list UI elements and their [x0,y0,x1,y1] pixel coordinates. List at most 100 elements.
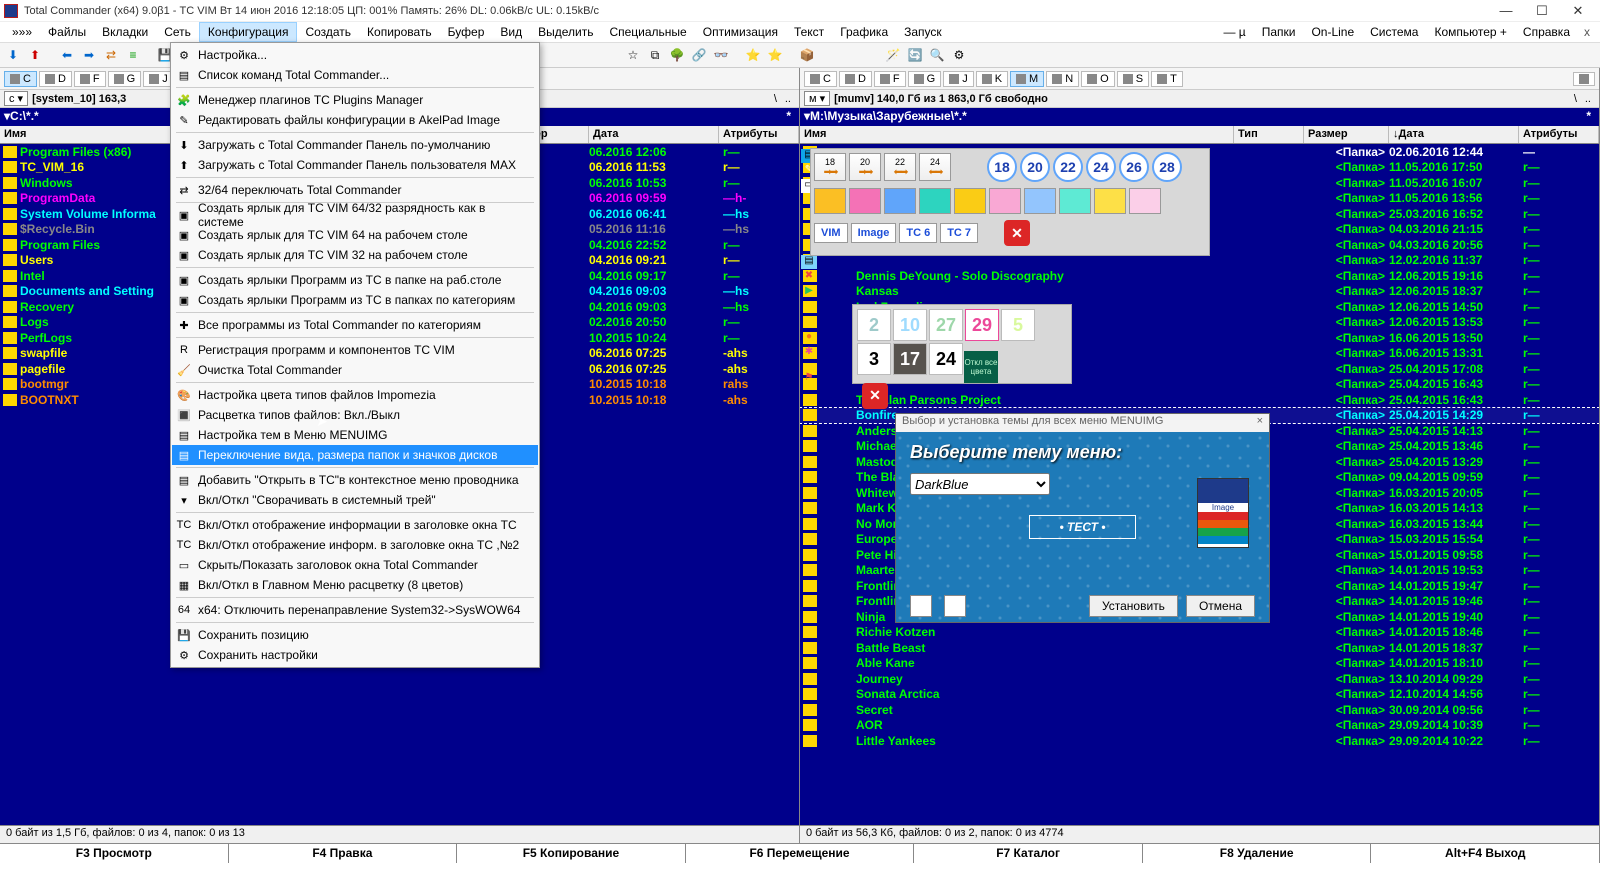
drive-d-r[interactable]: D [839,71,872,87]
tb-up-icon[interactable]: ⬆ [26,46,44,64]
list-row[interactable]: Battle Beast <Папка> 14.01.2015 18:37 r— [800,640,1599,656]
dropdown-item[interactable]: ▣Создать ярлык для TC VIM 64 на рабочем … [172,225,538,245]
drive-o-r[interactable]: O [1081,71,1115,87]
dropdown-item[interactable]: ✎Редактировать файлы конфигурации в Akel… [172,110,538,130]
menu-help[interactable]: Справка [1515,23,1578,41]
menu-view[interactable]: Вид [492,23,530,41]
menu-launch[interactable]: Запуск [896,23,950,41]
dropdown-item[interactable]: 🧩Менеджер плагинов TC Plugins Manager [172,90,538,110]
disable-colors-button[interactable]: Откл все цвета [964,351,998,383]
f7-button[interactable]: F7 Каталог [914,844,1143,863]
dropdown-item[interactable]: ▾Вкл/Откл "Сворачивать в системный трей" [172,490,538,510]
list-row[interactable]: AOR <Папка> 29.09.2014 10:39 r— [800,718,1599,734]
right-drive-combo[interactable]: м ▾ [804,91,830,106]
menu-copy[interactable]: Копировать [359,23,440,41]
menu-graphics[interactable]: Графика [832,23,896,41]
col-name[interactable]: Имя [800,126,1234,143]
tab-20[interactable]: 20➡➡ [849,153,881,181]
menu-config[interactable]: Конфигурация [199,22,298,42]
dropdown-item[interactable]: TCВкл/Откл отображение информ. в заголов… [172,535,538,555]
tb-down-icon[interactable]: ⬇ [4,46,22,64]
number-palette[interactable]: 21027295 31724Откл все цвета✕ [852,304,1072,384]
f3-button[interactable]: F3 Просмотр [0,844,229,863]
right-filelist[interactable]: ▤ ✎ ▭ ▤ ✖ ▶ ● ✱ ⚑ 18➡➡ 20➡➡ 22⬅➡ 24⬅➡ [800,144,1599,825]
jump-tc6[interactable]: TC 6 [899,223,937,243]
palette-cell[interactable]: 3 [857,343,891,375]
f6-button[interactable]: F6 Перемещение [686,844,915,863]
right-fav-icon[interactable]: * [1582,109,1595,125]
tab-18[interactable]: 18➡➡ [814,153,846,181]
menu-create[interactable]: Создать [297,23,359,41]
install-button[interactable]: Установить [1089,595,1178,617]
jump-image[interactable]: Image [851,223,897,243]
right-up-button[interactable]: .. [1581,93,1595,105]
folder-color-swatch[interactable] [1094,188,1126,214]
palette-cell[interactable]: 2 [857,309,891,341]
close-button[interactable]: ✕ [1560,1,1596,21]
col-size[interactable]: Размер [1304,126,1389,143]
menu-tabs[interactable]: Вкладки [94,23,156,41]
tb-search-icon[interactable]: 🔍 [928,46,946,64]
drive-s-r[interactable]: S [1117,71,1149,87]
jump-vim[interactable]: VIM [814,223,848,243]
menu-special[interactable]: Специальные [601,23,694,41]
palette-cell[interactable]: 27 [929,309,963,341]
tb-box-icon[interactable]: 📦 [798,46,816,64]
drive-j-r[interactable]: J [943,71,974,87]
col-date[interactable]: Дата [589,126,719,143]
dropdown-item[interactable]: ▤Настройка тем в Меню MENUIMG [172,425,538,445]
folder-theme-toolbar[interactable]: 18➡➡ 20➡➡ 22⬅➡ 24⬅➡ 18 20 22 24 26 28 VI… [810,148,1210,256]
circ-18[interactable]: 18 [987,152,1017,182]
list-row[interactable]: Dennis DeYoung - Solo Discography <Папка… [800,268,1599,284]
drive-c[interactable]: C [4,71,37,87]
drive-d[interactable]: D [39,71,72,87]
right-root-button[interactable]: \ [1570,93,1581,105]
menu-opt[interactable]: Оптимизация [695,23,786,41]
left-fav-icon[interactable]: * [782,109,795,125]
drive-n-r[interactable]: N [1046,71,1079,87]
tb-copy-icon[interactable]: ⧉ [646,46,664,64]
circ-26[interactable]: 26 [1119,152,1149,182]
drive-g[interactable]: G [108,71,142,87]
tb-tree-icon[interactable]: 🌳 [668,46,686,64]
palette-cell[interactable]: 29 [965,309,999,341]
palette-cell[interactable]: 24 [929,343,963,375]
circ-20[interactable]: 20 [1020,152,1050,182]
tb-right-icon[interactable]: ➡ [80,46,98,64]
altf4-button[interactable]: Alt+F4 Выход [1371,844,1600,863]
dropdown-item[interactable]: ▦Вкл/Откл в Главном Меню расцветку (8 цв… [172,575,538,595]
palette-cell[interactable]: 10 [893,309,927,341]
dropdown-item[interactable]: 64x64: Отключить перенаправление System3… [172,600,538,620]
tb-star-icon[interactable]: ☆ [624,46,642,64]
col-attr[interactable]: Атрибуты [1519,126,1599,143]
circ-24[interactable]: 24 [1086,152,1116,182]
folder-color-swatch[interactable] [919,188,951,214]
dropdown-item[interactable]: ▭Скрыть/Показать заголовок окна Total Co… [172,555,538,575]
folder-color-swatch[interactable] [814,188,846,214]
tb-wand-icon[interactable]: 🪄 [884,46,902,64]
strip-icon[interactable]: ✖ [801,270,817,284]
left-up-button[interactable]: .. [781,93,795,105]
f8-button[interactable]: F8 Удаление [1143,844,1372,863]
dropdown-item[interactable]: TCВкл/Откл отображение информации в заго… [172,515,538,535]
strip-icon[interactable]: ⚑ [801,372,817,386]
f4-button[interactable]: F4 Правка [229,844,458,863]
folder-color-swatch[interactable] [1059,188,1091,214]
col-attr[interactable]: Атрибуты [719,126,799,143]
menu-online[interactable]: On-Line [1303,23,1362,41]
menu-select[interactable]: Выделить [530,23,601,41]
dropdown-item[interactable]: 🎨Настройка цвета типов файлов Impomezia [172,385,538,405]
menu-buffer[interactable]: Буфер [440,23,493,41]
circ-22[interactable]: 22 [1053,152,1083,182]
dropdown-item[interactable]: ▣Создать ярлыки Программ из TC в папке н… [172,270,538,290]
palette-cell[interactable]: 17 [893,343,927,375]
drive-f[interactable]: F [74,71,106,87]
menu-files[interactable]: Файлы [40,23,94,41]
list-row[interactable]: Able Kane <Папка> 14.01.2015 18:10 r— [800,656,1599,672]
drive-c-r[interactable]: C [804,71,837,87]
menu-net[interactable]: Сеть [156,23,199,41]
strip-icon[interactable]: ✱ [801,346,817,360]
dropdown-item[interactable]: ▣Создать ярлык для TC VIM 64/32 разрядно… [172,205,538,225]
config-dropdown[interactable]: ⚙Настройка...▤Список команд Total Comman… [170,42,540,668]
folder-color-swatch[interactable] [1024,188,1056,214]
